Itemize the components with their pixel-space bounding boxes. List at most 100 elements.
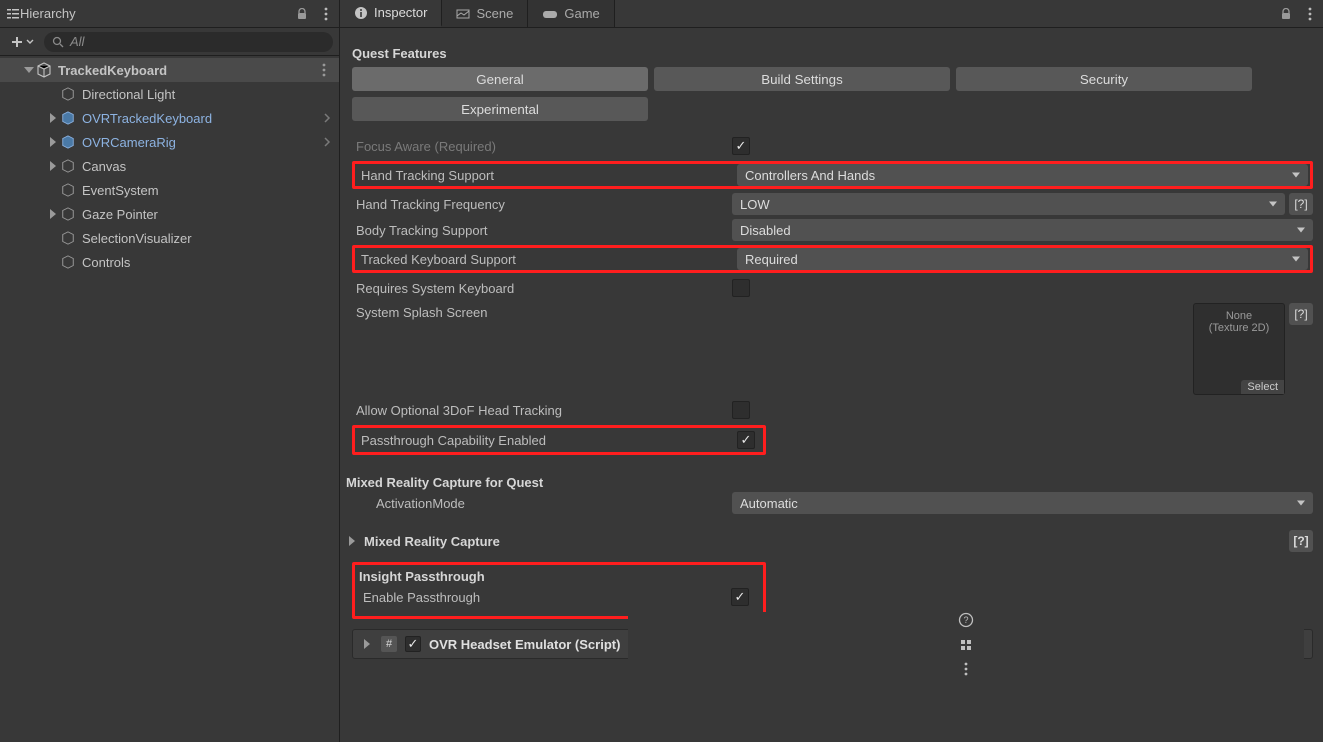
insight-passthrough-section: Insight Passthrough Enable Passthrough bbox=[352, 562, 766, 619]
info-icon bbox=[354, 6, 368, 20]
tree-root[interactable]: TrackedKeyboard bbox=[0, 58, 339, 82]
prop-label: Tracked Keyboard Support bbox=[357, 252, 737, 267]
kebab-menu-icon[interactable] bbox=[959, 662, 973, 676]
checkbox[interactable] bbox=[732, 401, 750, 419]
foldout-icon[interactable] bbox=[46, 113, 60, 123]
search-placeholder: All bbox=[70, 34, 84, 49]
tab-scene[interactable]: Scene bbox=[442, 0, 528, 27]
prefab-icon bbox=[60, 110, 76, 126]
tab-game[interactable]: Game bbox=[528, 0, 614, 27]
select-button[interactable]: Select bbox=[1241, 380, 1284, 394]
tree-item[interactable]: SelectionVisualizer bbox=[0, 226, 339, 250]
tree-item[interactable]: OVRTrackedKeyboard bbox=[0, 106, 339, 130]
checkbox[interactable] bbox=[731, 588, 749, 606]
kebab-menu-icon[interactable] bbox=[317, 63, 331, 77]
tree-item[interactable]: Canvas bbox=[0, 154, 339, 178]
component-headset-emulator[interactable]: # OVR Headset Emulator (Script) ? bbox=[352, 629, 1313, 659]
dropdown-hand-tracking-frequency[interactable]: LOW bbox=[732, 193, 1285, 215]
hierarchy-title: Hierarchy bbox=[20, 6, 76, 21]
prop-body-tracking: Body Tracking Support Disabled bbox=[352, 217, 1313, 243]
prop-passthrough-capability: Passthrough Capability Enabled bbox=[352, 425, 766, 455]
tab-label: Game bbox=[564, 6, 599, 21]
prop-label: Body Tracking Support bbox=[352, 223, 732, 238]
prefab-icon bbox=[60, 134, 76, 150]
chevron-right-icon[interactable] bbox=[323, 137, 331, 147]
tree-item[interactable]: EventSystem bbox=[0, 178, 339, 202]
create-dropdown[interactable] bbox=[6, 35, 38, 49]
inspector-tabs: Inspector Scene Game bbox=[340, 0, 1323, 28]
tab-label: Inspector bbox=[374, 5, 427, 20]
gameobject-icon bbox=[60, 182, 76, 198]
dropdown-body-tracking[interactable]: Disabled bbox=[732, 219, 1313, 241]
foldout-icon[interactable] bbox=[22, 65, 36, 75]
hierarchy-icon bbox=[6, 7, 20, 21]
quest-tab-build[interactable]: Build Settings bbox=[654, 67, 950, 91]
foldout-icon[interactable] bbox=[46, 161, 60, 171]
prop-allow-3dof: Allow Optional 3DoF Head Tracking bbox=[352, 397, 1313, 423]
prop-label: Hand Tracking Frequency bbox=[352, 197, 732, 212]
quest-tab-security[interactable]: Security bbox=[956, 67, 1252, 91]
gamepad-icon bbox=[542, 8, 558, 20]
tree-item[interactable]: OVRCameraRig bbox=[0, 130, 339, 154]
gameobject-icon bbox=[60, 158, 76, 174]
tree-label: OVRCameraRig bbox=[82, 135, 176, 150]
tree-label: OVRTrackedKeyboard bbox=[82, 111, 212, 126]
inspector-body[interactable]: Quest Features General Build Settings Se… bbox=[340, 28, 1323, 742]
prop-label: ActivationMode bbox=[352, 496, 732, 511]
tree-item[interactable]: Gaze Pointer bbox=[0, 202, 339, 226]
quest-tab-experimental[interactable]: Experimental bbox=[352, 97, 648, 121]
hierarchy-search[interactable]: All bbox=[44, 32, 333, 52]
dropdown-tracked-keyboard[interactable]: Required bbox=[737, 248, 1308, 270]
help-icon[interactable]: ? bbox=[958, 612, 974, 628]
prop-hand-tracking-support: Hand Tracking Support Controllers And Ha… bbox=[352, 161, 1313, 189]
tree-item[interactable]: Controls bbox=[0, 250, 339, 274]
svg-text:?: ? bbox=[964, 615, 969, 625]
dropdown-hand-tracking-support[interactable]: Controllers And Hands bbox=[737, 164, 1308, 186]
scene-icon bbox=[36, 62, 52, 78]
script-icon: # bbox=[381, 636, 397, 652]
quest-tab-general[interactable]: General bbox=[352, 67, 648, 91]
prop-label: Requires System Keyboard bbox=[352, 281, 732, 296]
texture-slot[interactable]: None (Texture 2D) Select bbox=[1193, 303, 1285, 395]
kebab-menu-icon[interactable] bbox=[1303, 7, 1317, 21]
checkbox[interactable] bbox=[737, 431, 755, 449]
foldout-icon[interactable] bbox=[346, 536, 358, 546]
quest-feature-tabs: General Build Settings Security bbox=[352, 67, 1313, 91]
lock-icon[interactable] bbox=[1279, 7, 1293, 21]
lock-icon[interactable] bbox=[295, 7, 309, 21]
component-title: OVR Headset Emulator (Script) bbox=[429, 637, 620, 652]
gameobject-icon bbox=[60, 206, 76, 222]
enable-checkbox[interactable] bbox=[405, 636, 421, 652]
prop-label: Allow Optional 3DoF Head Tracking bbox=[352, 403, 732, 418]
mrc-foldout[interactable]: Mixed Reality Capture [?] bbox=[346, 530, 1313, 552]
prop-hand-tracking-frequency: Hand Tracking Frequency LOW [?] bbox=[352, 191, 1313, 217]
prop-system-splash: System Splash Screen None (Texture 2D) S… bbox=[352, 301, 1313, 397]
help-button[interactable]: [?] bbox=[1289, 530, 1313, 552]
checkbox[interactable] bbox=[732, 137, 750, 155]
checkbox[interactable] bbox=[732, 279, 750, 297]
tree-label: Controls bbox=[82, 255, 130, 270]
tab-inspector[interactable]: Inspector bbox=[340, 0, 442, 27]
foldout-icon[interactable] bbox=[361, 639, 373, 649]
help-button[interactable]: [?] bbox=[1289, 303, 1313, 325]
chevron-right-icon[interactable] bbox=[323, 113, 331, 123]
prop-label: Enable Passthrough bbox=[359, 590, 731, 605]
hierarchy-panel: Hierarchy All bbox=[0, 0, 340, 742]
prop-focus-aware: Focus Aware (Required) bbox=[352, 133, 1313, 159]
help-button[interactable]: [?] bbox=[1289, 193, 1313, 215]
tree-item[interactable]: Directional Light bbox=[0, 82, 339, 106]
mrc-quest-title: Mixed Reality Capture for Quest bbox=[346, 475, 1313, 490]
prop-label: Hand Tracking Support bbox=[357, 168, 737, 183]
foldout-icon[interactable] bbox=[46, 209, 60, 219]
prop-tracked-keyboard: Tracked Keyboard Support Required bbox=[352, 245, 1313, 273]
tree-label: TrackedKeyboard bbox=[58, 63, 167, 78]
kebab-menu-icon[interactable] bbox=[319, 7, 333, 21]
gameobject-icon bbox=[60, 254, 76, 270]
prop-activation-mode: ActivationMode Automatic bbox=[352, 490, 1313, 516]
dropdown-activation-mode[interactable]: Automatic bbox=[732, 492, 1313, 514]
prop-label: System Splash Screen bbox=[352, 303, 732, 320]
hierarchy-header: Hierarchy bbox=[0, 0, 339, 28]
gameobject-icon bbox=[60, 86, 76, 102]
foldout-icon[interactable] bbox=[46, 137, 60, 147]
preset-icon[interactable] bbox=[959, 638, 973, 652]
